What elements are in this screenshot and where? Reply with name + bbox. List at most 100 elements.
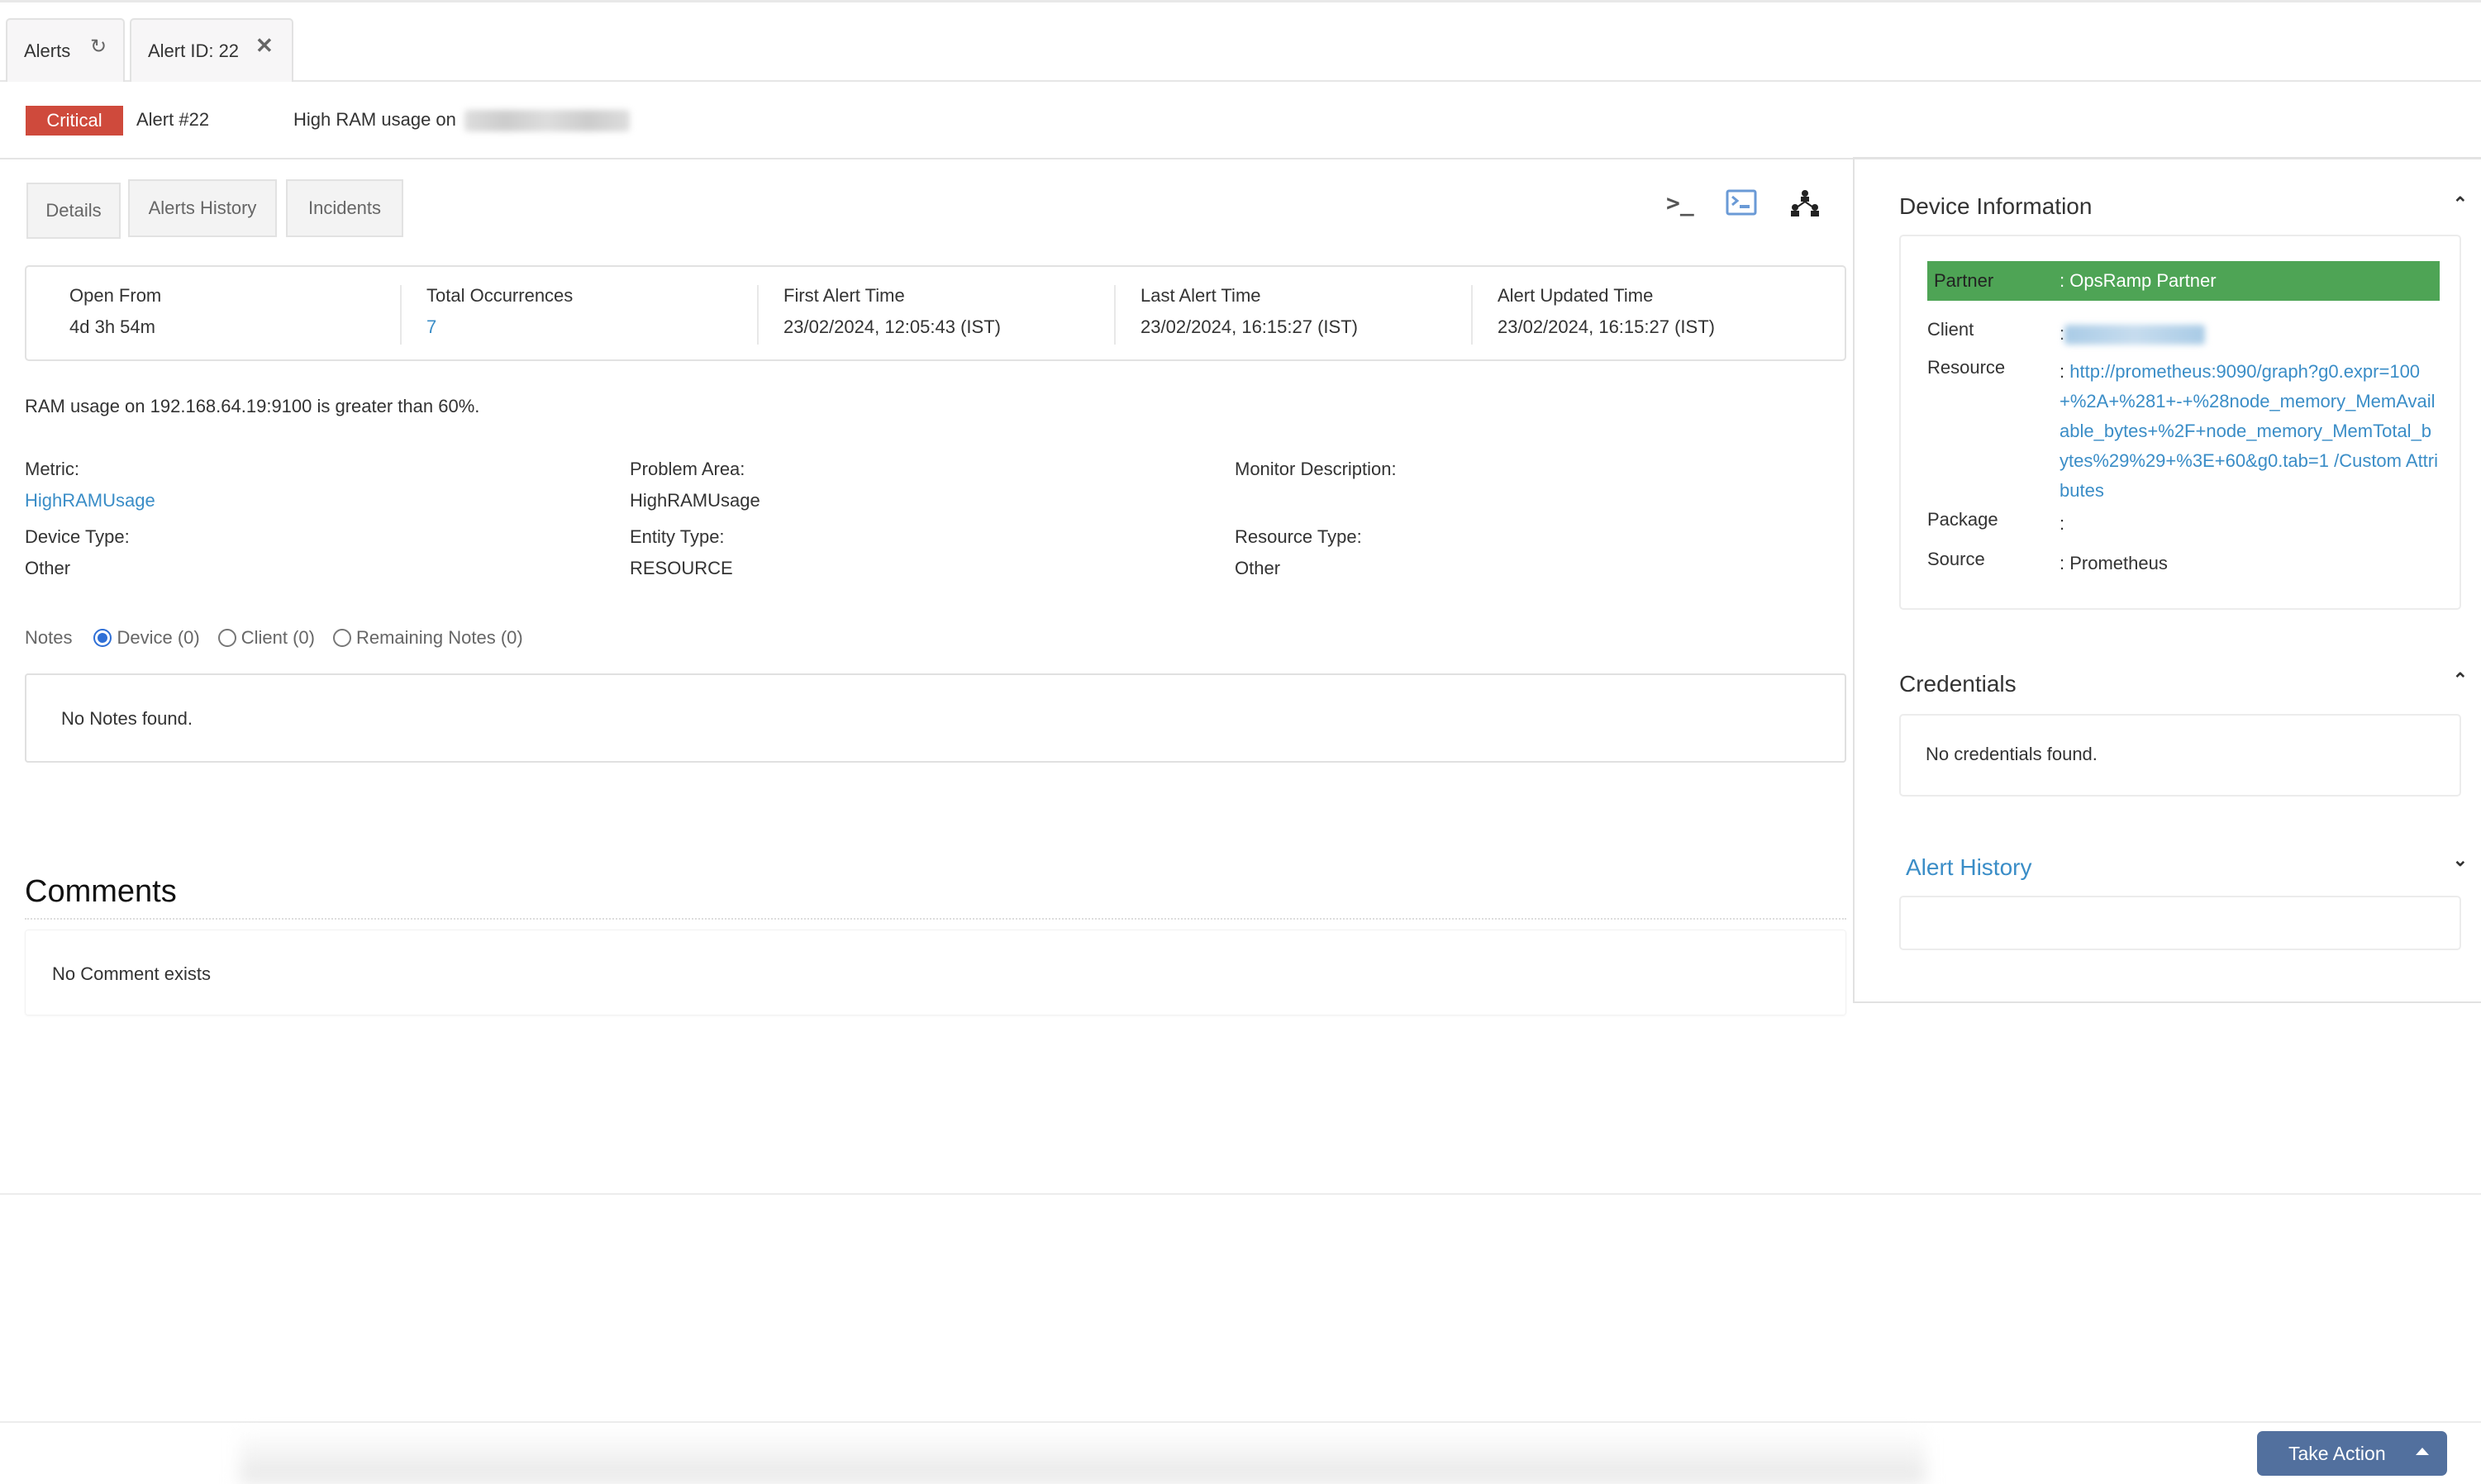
stat-label: Last Alert Time: [1140, 285, 1261, 306]
console-window-icon[interactable]: [1726, 189, 1757, 222]
field-metric: Metric: HighRAMUsage: [25, 459, 155, 511]
field-label: Entity Type:: [630, 526, 725, 547]
radio-unselected-icon[interactable]: [217, 629, 236, 647]
occurrences-link[interactable]: 7: [426, 316, 757, 338]
chevron-up-icon[interactable]: ⌃: [2453, 669, 2468, 691]
stat-value: 23/02/2024, 16:15:27 (IST): [1498, 316, 1715, 337]
comments-empty-text: No Comment exists: [52, 963, 211, 984]
info-key: Resource: [1927, 357, 2006, 378]
notes-radio-client[interactable]: Client (0): [217, 627, 315, 649]
field-value: RESOURCE: [630, 558, 733, 578]
info-row-package: Package :: [1927, 509, 2440, 539]
info-key: Client: [1927, 319, 1974, 340]
info-value: :: [2060, 319, 2440, 349]
radio-selected-icon[interactable]: [93, 629, 112, 647]
client-link-redacted[interactable]: [2064, 325, 2206, 345]
info-value: : http://prometheus:9090/graph?g0.expr=1…: [2060, 361, 2439, 501]
alert-description: RAM usage on 192.168.64.19:9100 is great…: [25, 396, 480, 416]
field-label: Problem Area:: [630, 459, 745, 479]
credentials-card: No credentials found.: [1899, 714, 2461, 797]
tab-alerts-label: Alerts: [24, 40, 71, 61]
radio-label: Remaining Notes (0): [355, 627, 523, 648]
alert-header: Critical Alert #22 High RAM usage on: [0, 82, 2481, 159]
stat-label: First Alert Time: [783, 285, 905, 306]
notes-filter: Notes Device (0) Client (0) Remaining No…: [25, 627, 541, 649]
info-row-source: Source : Prometheus: [1927, 549, 2440, 578]
field-label: Device Type:: [25, 526, 130, 547]
refresh-icon[interactable]: ↻: [90, 35, 107, 59]
field-label: Resource Type:: [1235, 526, 1362, 547]
stat-value: 23/02/2024, 16:15:27 (IST): [1140, 316, 1358, 337]
info-key: Partner: [1934, 270, 1994, 291]
alert-stats-panel: Open From 4d 3h 54m Total Occurrences 7 …: [25, 265, 1846, 361]
stat-label: Open From: [69, 285, 162, 306]
device-info-heading: Device Information: [1899, 193, 2093, 219]
subtab-alerts-history[interactable]: Alerts History: [128, 179, 277, 237]
content-divider: [0, 1193, 2481, 1195]
comments-panel: No Comment exists: [25, 930, 1846, 1015]
field-value: Other: [25, 558, 71, 578]
right-sidebar: Device Information ⌃ Partner : OpsRamp P…: [1853, 157, 2481, 1003]
terminal-icon[interactable]: >_: [1666, 189, 1694, 216]
info-row-client: Client :: [1927, 319, 2440, 349]
chevron-up-icon[interactable]: ⌃: [2453, 193, 2468, 215]
device-info-card: Partner : OpsRamp Partner Client : Resou…: [1899, 235, 2461, 610]
notes-radio-remaining[interactable]: Remaining Notes (0): [332, 627, 523, 649]
tab-bar: Alerts ↻ Alert ID: 22 ✕: [0, 18, 2481, 82]
notes-panel: No Notes found.: [25, 673, 1846, 763]
field-device-type: Device Type: Other: [25, 526, 130, 579]
stat-value: 23/02/2024, 12:05:43 (IST): [783, 316, 1001, 337]
field-label: Metric:: [25, 459, 79, 479]
field-value: Other: [1235, 558, 1281, 578]
radio-unselected-icon[interactable]: [332, 629, 351, 647]
stat-last-alert-time: Last Alert Time 23/02/2024, 16:15:27 (IS…: [1114, 285, 1471, 345]
redacted-address: [464, 110, 631, 132]
stat-open-from: Open From 4d 3h 54m: [26, 285, 400, 345]
alert-history-heading[interactable]: Alert History: [1906, 854, 2031, 881]
stat-alert-updated-time: Alert Updated Time 23/02/2024, 16:15:27 …: [1471, 285, 1835, 345]
credentials-empty-text: No credentials found.: [1926, 744, 2098, 764]
info-row-partner: Partner : OpsRamp Partner: [1927, 261, 2440, 301]
alert-history-card: [1899, 896, 2461, 950]
field-monitor-description: Monitor Description:: [1235, 459, 1397, 490]
notes-label: Notes: [25, 627, 73, 648]
notes-empty-text: No Notes found.: [61, 708, 193, 729]
notes-radio-device[interactable]: Device (0): [93, 627, 200, 649]
take-action-label: Take Action: [2288, 1442, 2386, 1464]
info-value: :: [2060, 513, 2065, 534]
severity-badge: Critical: [26, 106, 123, 136]
caret-up-icon: [2416, 1448, 2429, 1455]
subtab-details[interactable]: Details: [26, 183, 121, 239]
field-label: Monitor Description:: [1235, 459, 1397, 479]
info-value: : Prometheus: [2060, 553, 2168, 573]
tab-alert-id-label: Alert ID: 22: [148, 40, 240, 61]
info-value: : OpsRamp Partner: [2060, 270, 2217, 291]
stat-value: 4d 3h 54m: [69, 316, 155, 337]
tab-alert-id[interactable]: Alert ID: 22 ✕: [130, 18, 293, 82]
radio-label: Device (0): [117, 627, 200, 648]
topology-icon[interactable]: [1790, 189, 1820, 224]
stat-label: Total Occurrences: [426, 285, 574, 306]
resource-link[interactable]: http://prometheus:9090/graph?g0.expr=100…: [2060, 361, 2438, 501]
close-icon[interactable]: ✕: [255, 33, 274, 59]
info-row-resource: Resource : http://prometheus:9090/graph?…: [1927, 357, 2440, 506]
comments-divider: [25, 918, 1846, 920]
comments-heading: Comments: [25, 874, 177, 909]
footer-bar: [0, 1421, 2481, 1484]
alert-number: Alert #22: [136, 109, 210, 130]
tab-alerts[interactable]: Alerts ↻: [6, 18, 125, 82]
credentials-heading: Credentials: [1899, 671, 2017, 697]
subtab-incidents[interactable]: Incidents: [286, 179, 403, 237]
take-action-button[interactable]: Take Action: [2257, 1431, 2447, 1476]
field-problem-area: Problem Area: HighRAMUsage: [630, 459, 760, 511]
field-resource-type: Resource Type: Other: [1235, 526, 1362, 579]
alert-title: High RAM usage on: [293, 109, 631, 132]
info-key: Source: [1927, 549, 1985, 569]
stat-first-alert-time: First Alert Time 23/02/2024, 12:05:43 (I…: [757, 285, 1114, 345]
metric-link[interactable]: HighRAMUsage: [25, 490, 155, 511]
info-key: Package: [1927, 509, 1998, 530]
field-entity-type: Entity Type: RESOURCE: [630, 526, 733, 579]
chevron-down-icon[interactable]: ⌄: [2453, 849, 2468, 871]
top-border: [0, 0, 2481, 2]
stat-total-occurrences: Total Occurrences 7: [400, 285, 757, 345]
